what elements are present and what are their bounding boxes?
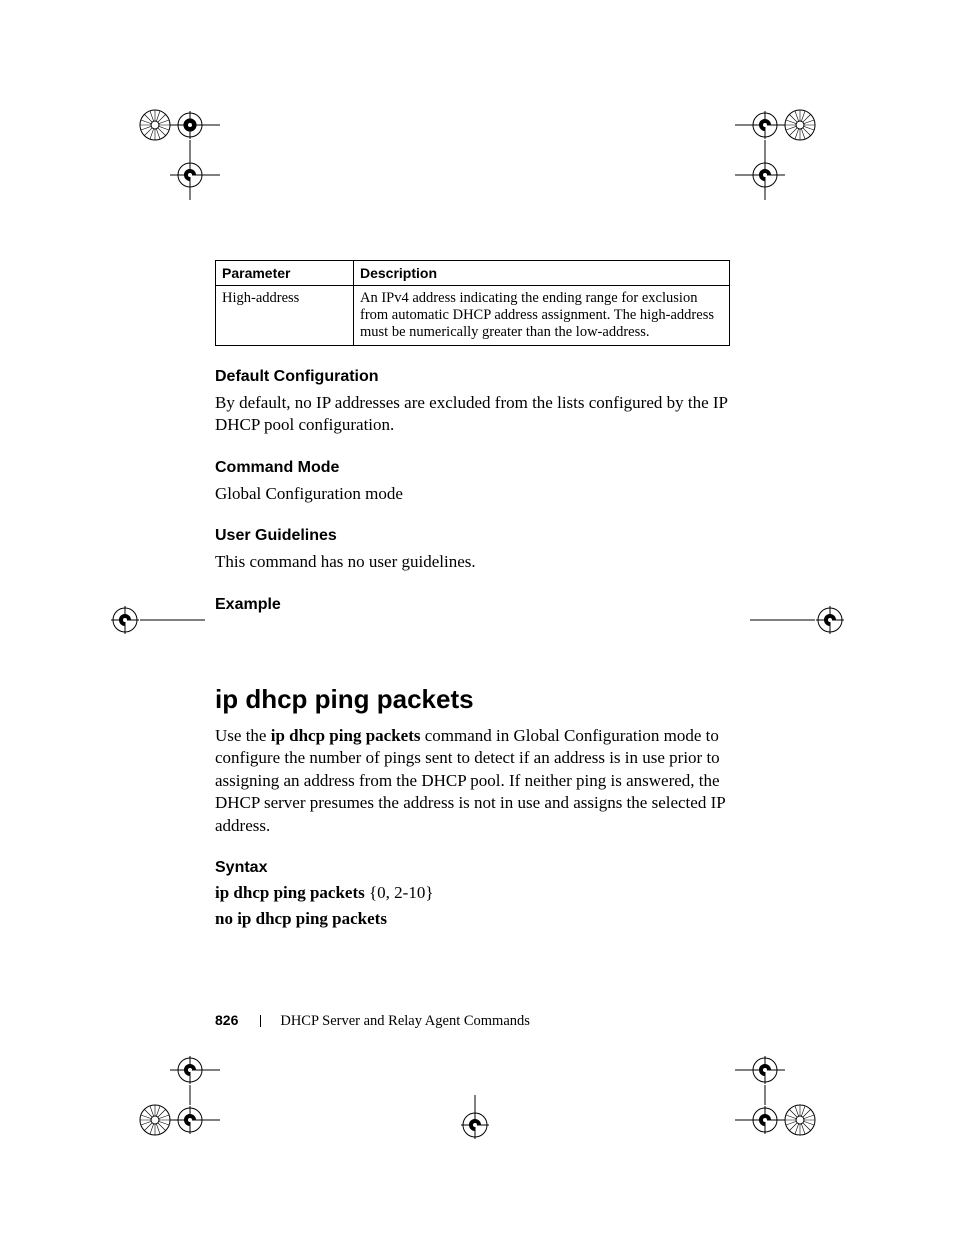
td-param: High-address bbox=[216, 286, 354, 346]
page-number: 826 bbox=[215, 1012, 238, 1028]
syntax1-rest: {0, 2-10} bbox=[365, 883, 434, 902]
footer-divider bbox=[260, 1015, 261, 1027]
page-footer: 826 DHCP Server and Relay Agent Commands bbox=[215, 1012, 530, 1030]
syntax1-bold: ip dhcp ping packets bbox=[215, 883, 365, 902]
crop-mark-bottom-left bbox=[60, 1085, 220, 1165]
crop-mark-mid-left bbox=[85, 595, 205, 645]
table-header-row: Parameter Description bbox=[216, 261, 730, 286]
page-content: Parameter Description High-address An IP… bbox=[215, 260, 730, 935]
heading-syntax: Syntax bbox=[215, 859, 730, 877]
footer-chapter: DHCP Server and Relay Agent Commands bbox=[280, 1013, 530, 1029]
heading-example: Example bbox=[215, 596, 730, 614]
th-description: Description bbox=[354, 261, 730, 286]
heading-command-title: ip dhcp ping packets bbox=[215, 684, 730, 715]
crop-mark-bottom-right bbox=[735, 1085, 895, 1165]
heading-user-guidelines: User Guidelines bbox=[215, 527, 730, 545]
crop-mark-top-right-lower bbox=[735, 150, 895, 230]
syntax2-bold: no ip dhcp ping packets bbox=[215, 909, 387, 928]
text-user-guidelines: This command has no user guidelines. bbox=[215, 551, 730, 573]
syntax-line-2: no ip dhcp ping packets bbox=[215, 909, 730, 929]
table-row: High-address An IPv4 address indicating … bbox=[216, 286, 730, 346]
heading-command-mode: Command Mode bbox=[215, 459, 730, 477]
syntax-line-1: ip dhcp ping packets {0, 2-10} bbox=[215, 883, 730, 903]
crop-mark-mid-right bbox=[750, 595, 870, 645]
text-command-intro: Use the ip dhcp ping packets command in … bbox=[215, 725, 730, 837]
intro-bold: ip dhcp ping packets bbox=[271, 726, 421, 745]
td-desc: An IPv4 address indicating the ending ra… bbox=[354, 286, 730, 346]
crop-mark-top-left-lower bbox=[60, 150, 220, 230]
parameter-table: Parameter Description High-address An IP… bbox=[215, 260, 730, 346]
intro-pre: Use the bbox=[215, 726, 271, 745]
text-default-config: By default, no IP addresses are excluded… bbox=[215, 392, 730, 437]
text-command-mode: Global Configuration mode bbox=[215, 483, 730, 505]
th-parameter: Parameter bbox=[216, 261, 354, 286]
heading-default-config: Default Configuration bbox=[215, 368, 730, 386]
crop-mark-bottom-center bbox=[445, 1095, 505, 1155]
